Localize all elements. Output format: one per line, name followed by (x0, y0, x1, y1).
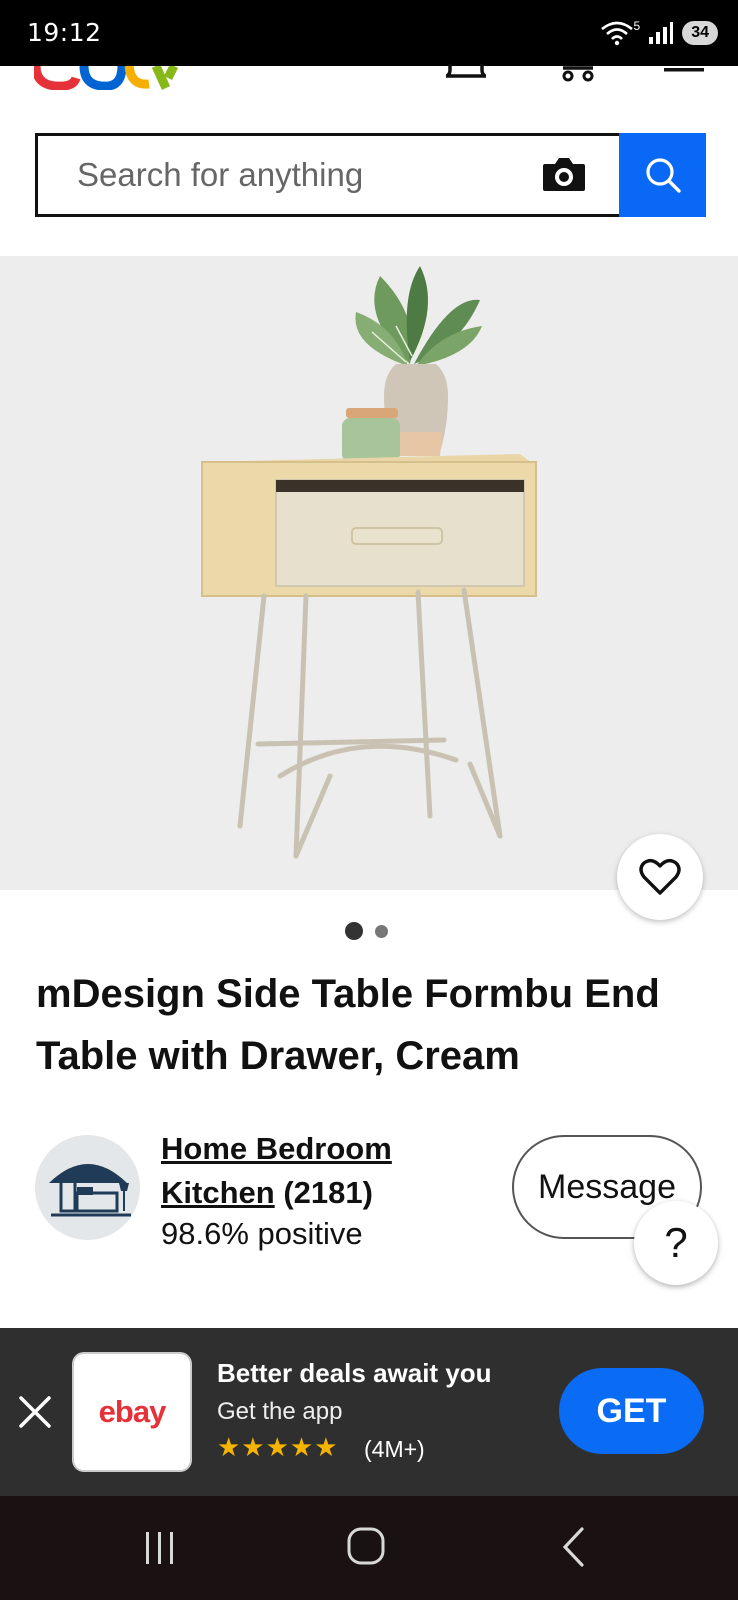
heart-icon (639, 858, 681, 895)
rating-stars: ★★★★★ (217, 1432, 339, 1462)
close-icon (19, 1396, 51, 1428)
app-logo-text: ebay (98, 1394, 167, 1429)
image-pagination (345, 922, 388, 940)
plant-illustration (355, 266, 482, 366)
banner-title: Better deals await you (217, 1358, 492, 1388)
product-image[interactable] (0, 256, 738, 890)
ebay-logo-icon (34, 66, 179, 90)
network-type-label: 5 (633, 19, 641, 33)
ebay-logo[interactable] (34, 66, 184, 90)
add-to-watchlist-button[interactable] (617, 834, 703, 920)
seller-feedback-count: (2181) (283, 1175, 373, 1210)
seller-link-line2[interactable]: Kitchen (161, 1175, 275, 1210)
seller-avatar[interactable] (35, 1135, 140, 1240)
cart-icon[interactable] (561, 64, 595, 82)
seller-link-line1[interactable]: Home Bedroom (161, 1131, 392, 1166)
battery-indicator: 34 (682, 21, 718, 45)
camera-icon[interactable] (541, 154, 587, 194)
side-table-image (201, 266, 537, 859)
seller-positive-rating: 98.6% positive (161, 1216, 363, 1251)
notification-bell-icon[interactable] (446, 64, 486, 82)
search-box (35, 133, 619, 217)
get-app-button[interactable]: GET (559, 1368, 704, 1454)
app-install-banner: ebay Better deals await you Get the app … (0, 1328, 738, 1496)
pagination-dot[interactable] (375, 924, 388, 938)
header (0, 64, 738, 256)
ebay-app-icon: ebay (74, 1354, 190, 1470)
status-icons: 5 34 (600, 18, 718, 48)
recent-apps-icon[interactable] (143, 1530, 177, 1566)
help-button[interactable]: ? (634, 1201, 718, 1285)
bedroom-icon (48, 1163, 131, 1216)
status-time: 19:12 (27, 18, 102, 47)
system-nav-bar (0, 1496, 738, 1600)
pagination-dot-active[interactable] (345, 922, 363, 940)
back-icon[interactable] (560, 1526, 588, 1568)
menu-icon[interactable] (664, 64, 704, 76)
home-icon[interactable] (346, 1526, 386, 1566)
banner-subtitle: Get the app (217, 1398, 343, 1425)
close-banner-button[interactable] (18, 1390, 52, 1440)
rating-count: (4M+) (364, 1436, 425, 1462)
search-button[interactable] (619, 133, 706, 217)
search-icon (645, 158, 681, 193)
product-title: mDesign Side Table Formbu End Table with… (36, 972, 660, 1078)
wifi-icon (600, 21, 633, 46)
search-input[interactable] (75, 155, 519, 195)
seller-name: Home Bedroom Kitchen (2181) (161, 1127, 491, 1215)
signal-icon (649, 22, 674, 44)
status-bar: 19:12 5 34 (0, 0, 738, 66)
